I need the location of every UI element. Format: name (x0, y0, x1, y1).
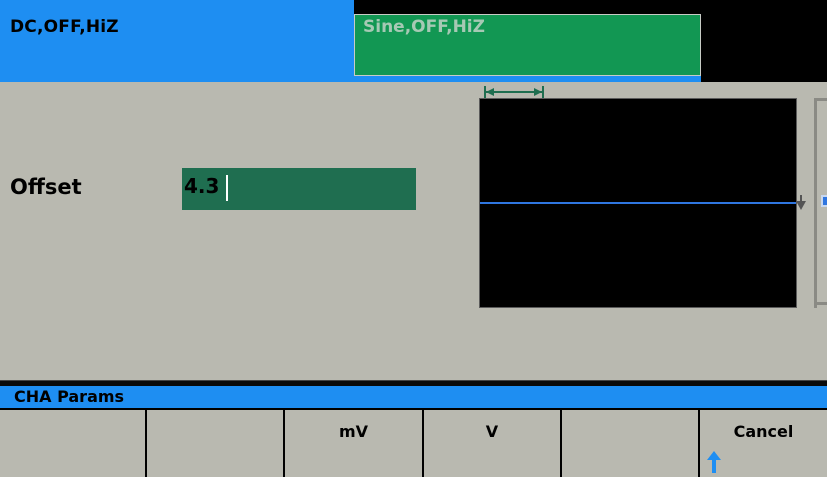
channel-b-tab[interactable]: Sine,OFF,HiZ (354, 14, 701, 76)
softkey-cancel-label: Cancel (733, 422, 794, 441)
scale-bottom-tick (817, 302, 827, 305)
level-marker-icon (796, 201, 806, 210)
text-cursor (226, 175, 228, 201)
period-indicator-icon (484, 86, 544, 98)
softkey-mv-label: mV (338, 422, 369, 441)
offset-scale (814, 98, 827, 308)
scale-position-marker (821, 195, 827, 207)
scale-top-tick (817, 98, 827, 101)
offset-entry-value: 4.3 (184, 174, 220, 198)
softkey-2[interactable] (147, 410, 283, 477)
channel-b-status: Sine,OFF,HiZ (363, 17, 485, 37)
up-arrow-icon (707, 451, 721, 473)
softkey-v[interactable]: V (424, 410, 560, 477)
softkey-cancel[interactable]: Cancel (700, 410, 827, 477)
offset-entry-field[interactable]: 4.3 (182, 168, 416, 210)
channel-a-tab[interactable]: DC,OFF,HiZ (0, 0, 354, 82)
tab-bar-blank (701, 14, 827, 82)
waveform-preview (479, 98, 797, 308)
parameter-name-label: Offset (10, 175, 82, 199)
menu-title: CHA Params (14, 387, 125, 406)
softkey-5[interactable] (562, 410, 698, 477)
softkey-mv[interactable]: mV (285, 410, 422, 477)
softkey-1[interactable] (0, 410, 145, 477)
softkey-v-label: V (485, 422, 499, 441)
softkey-row: mV V Cancel (0, 408, 827, 477)
generator-screen: DC,OFF,HiZ Sine,OFF,HiZ Offset 4.3 CHA P… (0, 0, 827, 477)
menu-title-bar: CHA Params (0, 386, 827, 408)
channel-a-status: DC,OFF,HiZ (10, 17, 119, 37)
dc-level-line (480, 202, 796, 204)
